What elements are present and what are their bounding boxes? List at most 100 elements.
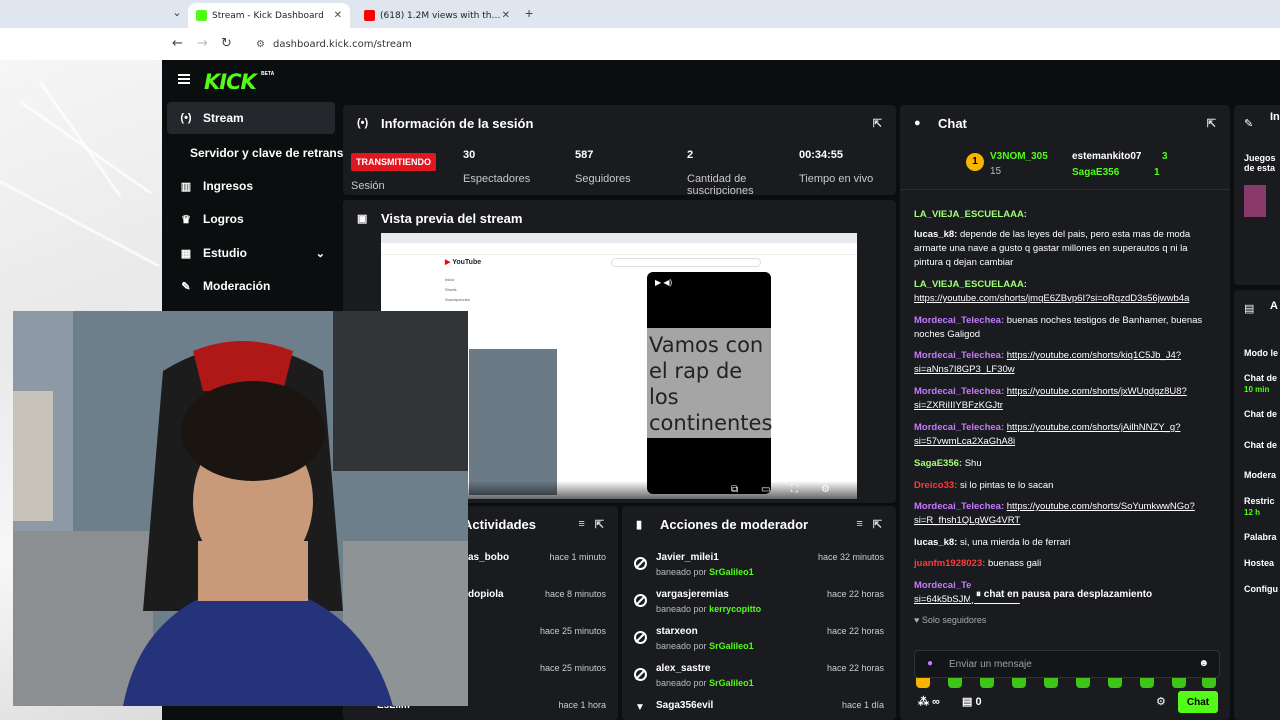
sidebar-item-label: Ingresos	[203, 179, 254, 193]
chat-message: lucas_k8: depende de las leyes del pais,…	[914, 229, 1191, 269]
send-chat-button[interactable]: Chat	[1178, 691, 1218, 713]
preview-menu: Inicio Shorts Suscripciones	[445, 277, 470, 302]
reload-icon[interactable]: ↻	[221, 36, 232, 52]
ban-icon	[634, 557, 647, 570]
session-info-panel: (•) Información de la sesión ⇱ TRANSMITI…	[343, 105, 896, 195]
table-row[interactable]: vargasjeremias baneado por kerrycopitto …	[622, 585, 896, 622]
beta-badge: BETA	[261, 71, 275, 77]
panel-title: Chat	[938, 115, 967, 131]
tab-kick-dashboard[interactable]: Stream - Kick Dashboard ✕	[188, 3, 350, 28]
sidebar-item-label: Logros	[203, 212, 244, 226]
chat-message: LA_VIEJA_ESCUELAAA:	[914, 209, 1027, 220]
moderator-actions-panel: ▮ Acciones de moderador ≡ ⇱ Javier_milei…	[622, 506, 896, 720]
forward-icon[interactable]: →	[197, 36, 208, 52]
table-row[interactable]: ▼ Saga356evil hace 1 día	[622, 696, 896, 720]
live-badge: TRANSMITIENDO	[351, 153, 436, 171]
chat-bubble-icon: ●	[914, 117, 921, 129]
setting-label[interactable]: Chat de	[1244, 409, 1277, 419]
setting-label[interactable]: Palabra	[1244, 532, 1277, 542]
popout-icon[interactable]: ⇱	[1207, 117, 1216, 130]
stat-viewers: 30 Espectadores	[463, 149, 531, 185]
ban-icon	[634, 594, 647, 607]
sidebar-item-label: Moderación	[203, 279, 271, 293]
session-label: Sesión	[351, 180, 385, 192]
back-icon[interactable]: ←	[172, 36, 183, 52]
game-cover[interactable]	[1244, 185, 1266, 217]
followers-only-label: ♥ Solo seguidores	[914, 615, 987, 625]
tab-search-icon[interactable]: ⌄	[170, 6, 184, 20]
chat-message: Dreico33: si lo pintas te lo sacan	[914, 480, 1054, 491]
popout-icon[interactable]: ⇱	[595, 518, 604, 531]
wrench-icon: ✎	[181, 280, 191, 293]
stat-subscriptions: 2 Cantidad de suscripciones	[687, 149, 754, 195]
panel-title: Vista previa del stream	[381, 210, 523, 226]
broadcast-icon: (•)	[357, 117, 369, 129]
setting-label[interactable]: Chat de	[1244, 373, 1277, 383]
app-header: KICK BETA	[162, 60, 1280, 102]
short-caption: Vamos con el rap de los continentes	[649, 333, 773, 435]
table-row[interactable]: alex_sastre baneado por SrGalileo1 hace …	[622, 659, 896, 696]
mic-icon[interactable]: ●	[927, 658, 933, 669]
sidebar-item-label: Stream	[203, 111, 244, 125]
site-settings-icon[interactable]: ⚙	[256, 39, 265, 50]
chat-message: LA_VIEJA_ESCUELAAA: https://youtube.com/…	[914, 279, 1190, 305]
pip-icon[interactable]: ⧉	[731, 484, 738, 495]
close-icon[interactable]: ✕	[334, 10, 342, 21]
setting-label[interactable]: Chat de	[1244, 440, 1277, 450]
new-tab-button[interactable]: +	[525, 6, 533, 20]
youtube-favicon-icon	[364, 10, 375, 21]
panel-title: Información de la sesión	[381, 115, 534, 131]
theater-icon[interactable]: ▭	[761, 484, 770, 495]
browser-toolbar: ← → ↻ ⚙ dashboard.kick.com/stream	[0, 28, 1280, 60]
tab-youtube[interactable]: (618) 1.2M views with this audio ✕	[356, 3, 518, 28]
leader-name[interactable]: V3NOM_305	[990, 151, 1048, 162]
clipboard-icon: ▮	[636, 518, 643, 531]
close-icon[interactable]: ✕	[502, 10, 510, 21]
sidebar-item-ingresos[interactable]: ▥ Ingresos	[167, 170, 335, 202]
stat-live-time: 00:34:55 Tiempo en vivo	[799, 149, 874, 185]
sidebar-item-logros[interactable]: ♛ Logros	[167, 203, 335, 235]
leader-name[interactable]: estemankito07	[1072, 151, 1141, 162]
filter-icon[interactable]: ≡	[578, 518, 584, 530]
filter-icon[interactable]: ≡	[856, 518, 862, 530]
preview-webcam	[469, 349, 557, 495]
tab-title: (618) 1.2M views with this audio	[380, 10, 502, 21]
sidebar-item-stream[interactable]: (•) Stream	[167, 102, 335, 134]
setting-label[interactable]: Modo le	[1244, 348, 1278, 358]
chat-paused-notice[interactable]: ⏸ chat en pausa para desplazamiento	[970, 587, 1159, 602]
leader-name[interactable]: SagaE356	[1072, 167, 1119, 178]
leader-count: 15	[990, 166, 1002, 177]
kick-logo[interactable]: KICK	[204, 70, 257, 94]
short-video: ▶ ◀) Vamos con el rap de los continentes	[647, 272, 773, 494]
setting-label[interactable]: Restric	[1244, 496, 1275, 506]
webcam-overlay	[13, 311, 468, 706]
browser-tab-strip: ⌄ Stream - Kick Dashboard ✕ (618) 1.2M v…	[0, 0, 1280, 28]
setting-label[interactable]: Modera	[1244, 470, 1276, 480]
chat-message: Mordecai_Telechea: https://youtube.com/s…	[914, 501, 1195, 527]
chat-message: SagaE356: Shu	[914, 458, 982, 469]
sidebar-item-estudio[interactable]: ▦ Estudio ⌄	[167, 237, 335, 269]
setting-label[interactable]: Hostea	[1244, 558, 1274, 568]
popout-icon[interactable]: ⇱	[873, 117, 882, 130]
viewer-list-icon[interactable]: ⁂ ∞	[918, 695, 940, 708]
store-icon[interactable]: ▤ 0	[962, 695, 982, 708]
gear-icon[interactable]: ⚙	[1156, 695, 1166, 708]
address-bar[interactable]: ⚙ dashboard.kick.com/stream	[246, 32, 1266, 56]
chat-link[interactable]: https://youtube.com/shorts/jmqE6ZBvp6I?s…	[914, 293, 1189, 304]
preview-search	[611, 258, 761, 267]
emoji-icon[interactable]: ☻	[1198, 658, 1209, 669]
setting-label[interactable]: Configu	[1244, 584, 1278, 594]
table-row[interactable]: Javier_milei1 baneado por SrGalileo1 hac…	[622, 548, 896, 585]
menu-icon[interactable]	[178, 74, 190, 84]
chevron-down-icon: ⌄	[315, 247, 325, 260]
sidebar-item-moderacion[interactable]: ✎ Moderación	[167, 270, 335, 302]
popout-icon[interactable]: ⇱	[873, 518, 882, 531]
divider	[900, 189, 1230, 190]
mod-settings-panel: ▤ A Modo le Chat de 10 min Chat de Chat …	[1234, 290, 1280, 720]
table-row[interactable]: starxeon baneado por SrGalileo1 hace 22 …	[622, 622, 896, 659]
youtube-logo: ▶ YouTube	[445, 259, 482, 266]
settings-icon[interactable]: ⚙	[821, 484, 830, 495]
fullscreen-icon[interactable]: ⛶	[791, 484, 798, 495]
chat-message-input[interactable]: ● Enviar un mensaje ☻	[914, 650, 1220, 678]
chat-message: juanfm1928023: buenass gali	[914, 558, 1042, 569]
